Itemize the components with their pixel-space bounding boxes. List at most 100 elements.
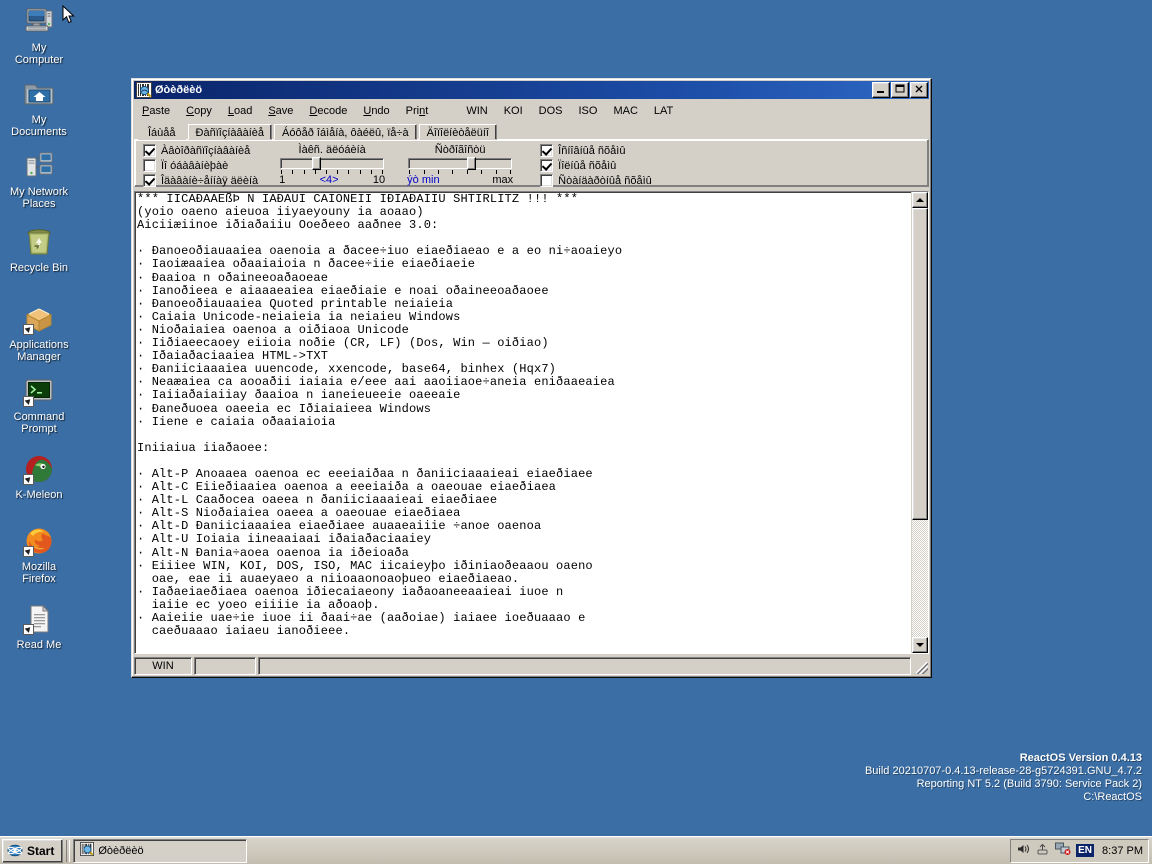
start-button[interactable]: Start [2, 838, 64, 863]
box-icon [23, 303, 55, 335]
menu-copy[interactable]: Copy [178, 103, 220, 119]
window-titlebar[interactable]: Øòèðëèö [134, 81, 929, 99]
slider-track[interactable] [408, 157, 513, 170]
text-editor[interactable]: *** IICAÐAAEßÞ N IAÐAUI CAIONEII IÐIAÐAI… [135, 192, 911, 653]
checkbox-no-redecode[interactable]: Ïî óáàâàíèþàè [143, 159, 258, 172]
tab-general[interactable]: Îáùåå [138, 124, 186, 140]
firefox-icon [23, 525, 55, 557]
desktop-icon-my-documents[interactable]: My Documents [2, 78, 76, 138]
menu-save[interactable]: Save [260, 103, 301, 119]
menu-win[interactable]: WIN [458, 103, 495, 119]
task-button-shtirlitz[interactable]: Øòèðëèö [73, 838, 248, 863]
settings-tabstrip[interactable]: Îáùåå Ðàñïîçíàâàíèå Áóôåð îáìåíà, ôàéëû,… [134, 123, 929, 140]
desktop-icon-recycle-bin[interactable]: Recycle Bin [2, 226, 76, 274]
desktop-icon-my-computer[interactable]: My Computer [2, 6, 76, 66]
tab-additional[interactable]: Äîïîëíèòåëüíî [418, 124, 497, 140]
slider-track[interactable] [280, 157, 385, 170]
reactos-logo-icon [7, 843, 23, 858]
text-document-icon [23, 603, 55, 635]
slider-title: Ìàêñ. äëóáèíà [298, 144, 366, 156]
recycle-bin-icon [23, 226, 55, 258]
checkbox-long-lines[interactable]: Îäàâàíè÷åííàÿ äëèíà [143, 174, 258, 187]
desktop-icon-k-meleon[interactable]: K-Meleon [2, 453, 76, 501]
menu-iso[interactable]: ISO [571, 103, 606, 119]
slider-thumb[interactable] [467, 157, 477, 170]
maximize-button[interactable] [891, 82, 909, 98]
menu-decode[interactable]: Decode [301, 103, 355, 119]
resize-grip[interactable] [913, 657, 929, 675]
network-status-icon[interactable] [1055, 842, 1071, 859]
checkbox-autodetect[interactable]: Àâòîðàñïîçíàâàíèå [143, 144, 258, 157]
checkbox-label: Ñòàíäàðòíûå ñõåìû [558, 174, 652, 187]
checkbox-box[interactable] [540, 159, 554, 172]
checkbox-box[interactable] [143, 159, 156, 172]
statusbar-encoding: WIN [134, 657, 192, 675]
scroll-down-button[interactable] [912, 637, 928, 653]
scrollbar-track[interactable] [912, 208, 928, 637]
shtirlitz-window[interactable]: Øòèðëèö Paste Copy Load Save Decode Undo… [131, 78, 932, 678]
menu-lat[interactable]: LAT [646, 103, 681, 119]
checkbox-label: Ïî óáàâàíèþàè [161, 159, 229, 172]
scroll-up-button[interactable] [912, 192, 928, 208]
desktop-icon-command-prompt[interactable]: Command Prompt [2, 375, 76, 435]
shtirlitz-app-icon [136, 82, 152, 98]
tab-decoding[interactable]: Ðàñïîçíàâàíèå [187, 124, 273, 140]
desktop[interactable]: My Computer My Documents My Network Plac… [0, 0, 1152, 836]
options-left-checkbox-group: Àâòîðàñïîçíàâàíèå Ïî óáàâàíèþàè Îäàâàíè÷… [143, 144, 258, 187]
window-client-area: Îáùåå Ðàñïîçíàâàíèå Áóôåð îáìåíà, ôàéëû,… [134, 123, 929, 675]
menu-paste[interactable]: Paste [134, 103, 178, 119]
volume-icon[interactable] [1016, 842, 1031, 859]
vertical-scrollbar[interactable] [911, 192, 928, 653]
menu-koi[interactable]: KOI [496, 103, 531, 119]
slider-strictness[interactable]: Ñòðîãîñòü ýò min max [406, 144, 514, 186]
desktop-icon-label: My Network Places [9, 186, 69, 210]
version-watermark: ReactOS Version 0.4.13 Build 20210707-0.… [865, 752, 1142, 804]
window-title: Øòèðëèö [155, 84, 203, 96]
desktop-icon-read-me[interactable]: Read Me [2, 603, 76, 651]
menu-dos[interactable]: DOS [531, 103, 571, 119]
slider-min-label: 1 [279, 174, 286, 186]
scrollbar-thumb[interactable] [912, 208, 928, 520]
checkbox-box[interactable] [540, 174, 554, 187]
system-tray[interactable]: EN 8:37 PM [1010, 838, 1149, 863]
checkbox-full-rules[interactable]: Ïîëíûå ñõåìû [540, 159, 652, 172]
task-button-list[interactable]: Øòèðëèö [73, 838, 1010, 863]
close-button[interactable] [910, 82, 928, 98]
checkbox-box[interactable] [540, 144, 554, 157]
desktop-icon-label: Recycle Bin [9, 262, 69, 274]
checkbox-basic-rules[interactable]: Îñíîâíûå ñõåìû [540, 144, 652, 157]
start-button-label: Start [27, 843, 55, 858]
window-statusbar: WIN [134, 657, 929, 675]
slider-thumb[interactable] [311, 157, 321, 170]
text-editor-region[interactable]: *** IICAÐAAEßÞ N IAÐAUI CAIONEII IÐIAÐAI… [134, 191, 929, 654]
tab-extra[interactable]: Áóôåð îáìåíà, ôàéëû, ïå÷à [274, 124, 417, 140]
watermark-path: C:\ReactOS [1083, 791, 1142, 803]
desktop-icon-label: Mozilla Firefox [21, 561, 57, 585]
watermark-reporting: Reporting NT 5.2 (Build 3790: Service Pa… [916, 778, 1142, 790]
desktop-icon-my-network-places[interactable]: My Network Places [2, 150, 76, 210]
checkbox-label: Îñíîâíûå ñõåìû [558, 144, 626, 157]
language-indicator[interactable]: EN [1076, 844, 1095, 857]
menu-load[interactable]: Load [220, 103, 260, 119]
taskbar[interactable]: Start Øòèðëèö EN 8:37 PM [0, 836, 1152, 864]
statusbar-pane-2 [194, 657, 256, 675]
desktop-icon-mozilla-firefox[interactable]: Mozilla Firefox [2, 525, 76, 585]
menu-undo[interactable]: Undo [355, 103, 397, 119]
menu-print[interactable]: Print [398, 103, 437, 119]
checkbox-label: Àâòîðàñïîçíàâàíèå [161, 144, 251, 157]
desktop-icon-label: K-Meleon [15, 489, 63, 501]
slider-value-label: <4> [319, 174, 339, 186]
desktop-icon-applications-manager[interactable]: Applications Manager [2, 303, 76, 363]
window-menubar[interactable]: Paste Copy Load Save Decode Undo Print W… [134, 101, 929, 121]
checkbox-box[interactable] [143, 144, 156, 157]
shortcut-arrow-icon [23, 324, 34, 335]
checkbox-standard-rules[interactable]: Ñòàíäàðòíûå ñõåìû [540, 174, 652, 187]
menu-mac[interactable]: MAC [605, 103, 645, 119]
slider-max-length[interactable]: Ìàêñ. äëóáèíà 1 <4> 10 [278, 144, 386, 186]
safely-remove-icon[interactable] [1036, 842, 1050, 859]
slider-max-label: max [492, 174, 514, 186]
checkbox-box[interactable] [143, 174, 156, 187]
slider-title: Ñòðîãîñòü [434, 144, 486, 156]
clock[interactable]: 8:37 PM [1102, 845, 1143, 857]
minimize-button[interactable] [872, 82, 890, 98]
